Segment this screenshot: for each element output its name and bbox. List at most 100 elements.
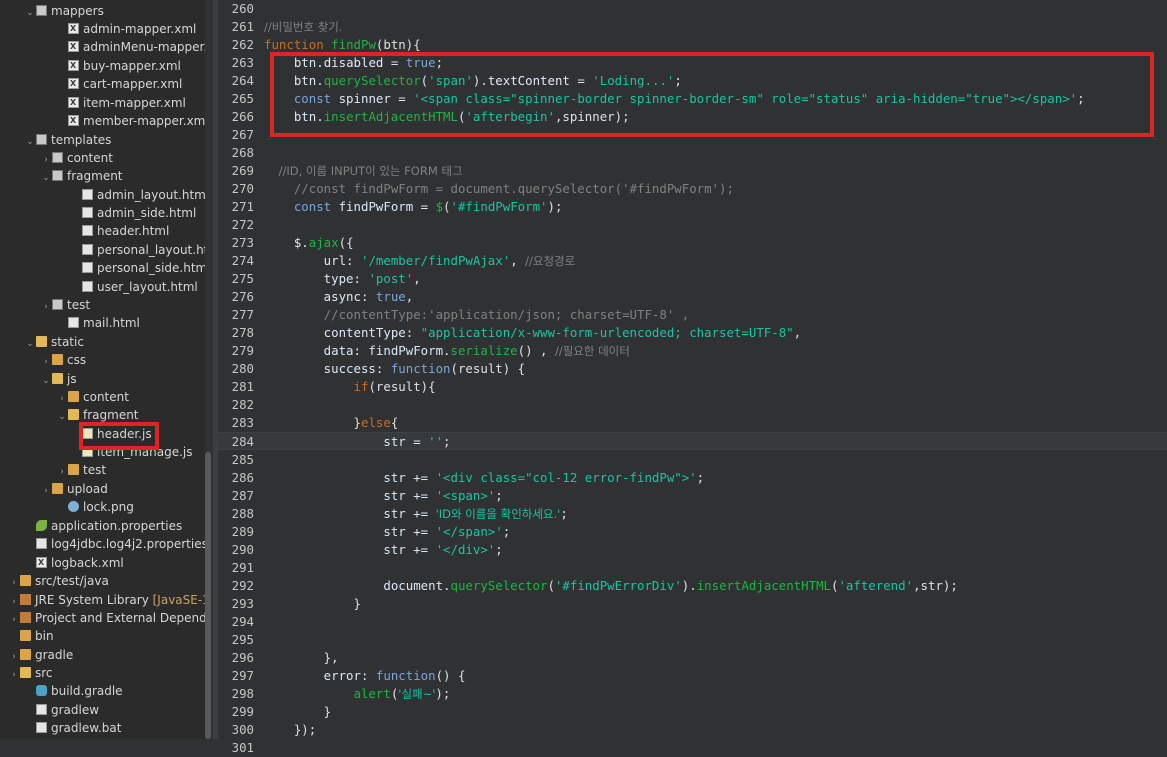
tree-item[interactable]: ⌄ mappers [24,2,104,20]
tree-item[interactable]: build.gradle [24,682,123,700]
code-line[interactable]: 274 url: '/member/findPwAjax', //요청경로 [218,252,1167,270]
code-line[interactable]: 283 }else{ [218,414,1167,432]
code-line[interactable]: 275 type: 'post', [218,270,1167,288]
tree-item[interactable]: ⌄ js [40,370,76,390]
code-line[interactable]: 298 alert('실패~'); [218,685,1167,703]
code-token: str = [264,434,429,450]
file-highlight-annotation [79,422,159,450]
tree-item[interactable]: ⌄ fragment [40,167,123,187]
code-line[interactable]: 277 //contentType:'application/json; cha… [218,306,1167,324]
tree-item[interactable]: lock.png [56,498,134,516]
tree-item[interactable]: bin [8,627,54,645]
tree-item[interactable]: › test [40,296,90,314]
code-line[interactable]: 272 [218,216,1167,234]
collapse-chevron-icon[interactable]: › [40,353,52,371]
tree-item[interactable]: member-mapper.xml [56,112,205,130]
code-line[interactable]: 300 }); [218,721,1167,739]
tree-item[interactable]: logback.xml [24,554,124,572]
expand-chevron-icon[interactable]: ⌄ [40,169,52,187]
code-token: 'afterend' [838,577,914,593]
tree-item[interactable]: mail.html [56,314,140,332]
tree-item[interactable]: › test [56,461,106,479]
code-line[interactable]: 273 $.ajax({ [218,234,1167,252]
line-number: 283 [231,415,254,431]
tree-item[interactable]: › css [40,351,86,369]
file-icon [36,704,47,715]
tree-item-label: fragment [67,169,123,183]
tree-item[interactable]: › upload [40,480,108,498]
code-line[interactable]: 288 str += 'ID와 이름을 확인하세요.'; [218,505,1167,523]
code-line[interactable]: 299 } [218,703,1167,721]
code-line[interactable]: 270 //const findPwForm = document.queryS… [218,180,1167,198]
code-line[interactable]: 261 //비밀번호 찾기. [218,18,1167,36]
tree-item[interactable]: › src/test/java [8,572,109,590]
expand-chevron-icon[interactable]: ⌄ [56,408,68,426]
tree-item[interactable]: ›JRE System Library [JavaSE-17] [8,591,205,609]
code-line[interactable]: 282 [218,396,1167,414]
tree-item[interactable]: personal_layout.html [70,241,205,259]
tree-item[interactable]: ›Project and External Dependencies [8,609,205,627]
file-icon [36,538,47,549]
expand-chevron-icon[interactable]: ⌄ [40,372,52,390]
code-token: , [405,289,414,305]
tree-item[interactable]: user_layout.html [70,278,198,296]
tree-item[interactable]: › gradle [8,646,73,664]
code-token: $ [435,199,444,215]
tree-item[interactable]: › src [8,664,52,684]
code-line[interactable]: 287 str += '<span>'; [218,487,1167,505]
code-line[interactable]: 289 str += '</span>'; [218,523,1167,541]
tree-item[interactable]: gradlew [24,701,99,719]
collapse-chevron-icon[interactable]: › [8,666,20,684]
code-line[interactable]: 281 if(result){ [218,378,1167,396]
code-line[interactable]: 268 [218,144,1167,162]
tree-item[interactable]: buy-mapper.xml [56,57,181,75]
tree-item[interactable]: admin-mapper.xml [56,20,196,38]
line-number: 282 [231,397,254,413]
tree-item-label: user_layout.html [97,280,198,294]
tree-item[interactable]: ⌄ static [24,333,84,351]
code-line[interactable]: 279 data: findPwForm.serialize() , //필요한… [218,342,1167,360]
code-line[interactable]: 269 //ID, 이름 INPUT이 있는 FORM 태그 [218,162,1167,180]
tree-item[interactable]: application.properties [24,517,182,535]
tree-item[interactable]: admin_side.html [70,204,196,222]
expand-chevron-icon[interactable]: ⌄ [24,335,36,353]
code-line[interactable]: 271 const findPwForm = $('#findPwForm'); [218,198,1167,216]
code-line[interactable]: 301 [218,739,1167,757]
code-line[interactable]: 291 [218,559,1167,577]
collapse-chevron-icon[interactable]: › [40,298,52,316]
code-line[interactable]: 296 }, [218,649,1167,667]
code-line[interactable]: 278 contentType: "application/x-www-form… [218,324,1167,342]
tree-item[interactable]: personal_side.html [70,259,205,277]
code-line[interactable]: 276 async: true, [218,288,1167,306]
code-line[interactable]: 293 } [218,595,1167,613]
code-line[interactable]: 297 error: function() { [218,667,1167,685]
code-line[interactable]: 286 str += '<div class="col-12 error-fin… [218,469,1167,487]
explorer-scrollbar[interactable] [205,452,211,739]
expand-chevron-icon[interactable]: ⌄ [24,133,36,151]
tree-item[interactable]: adminMenu-mapper.xml [56,38,205,56]
code-line[interactable]: 280 success: function(result) { [218,360,1167,378]
tree-item[interactable]: header.html [70,222,169,240]
tree-item[interactable]: › content [56,388,129,406]
expand-chevron-icon[interactable]: ⌄ [24,4,36,22]
tree-item[interactable]: › content [40,149,113,167]
library-icon [20,612,31,623]
code-line[interactable]: 295 [218,631,1167,649]
tree-item[interactable]: ⌄ templates [24,131,111,149]
code-line[interactable]: 294 [218,613,1167,631]
code-line[interactable]: 292 document.querySelector('#findPwError… [218,577,1167,595]
tree-item[interactable]: gradlew.bat [24,719,121,737]
code-line[interactable]: 290 str += '</div>'; [218,541,1167,559]
code-line[interactable]: 285 [218,451,1167,469]
code-token: str += [264,541,436,557]
tree-item[interactable]: admin_layout.html [70,186,205,204]
tree-item[interactable]: item-mapper.xml [56,94,186,112]
collapse-chevron-icon[interactable]: › [8,574,20,592]
collapse-chevron-icon[interactable]: › [40,482,52,500]
xml-file-icon [68,20,79,38]
tree-item[interactable]: log4jdbc.log4j2.properties [24,535,205,553]
current-code-line[interactable]: 284 str = ''; [218,432,1167,451]
tree-item[interactable]: cart-mapper.xml [56,75,182,93]
code-line[interactable]: 260 [218,0,1167,18]
collapse-chevron-icon[interactable]: › [56,463,68,481]
